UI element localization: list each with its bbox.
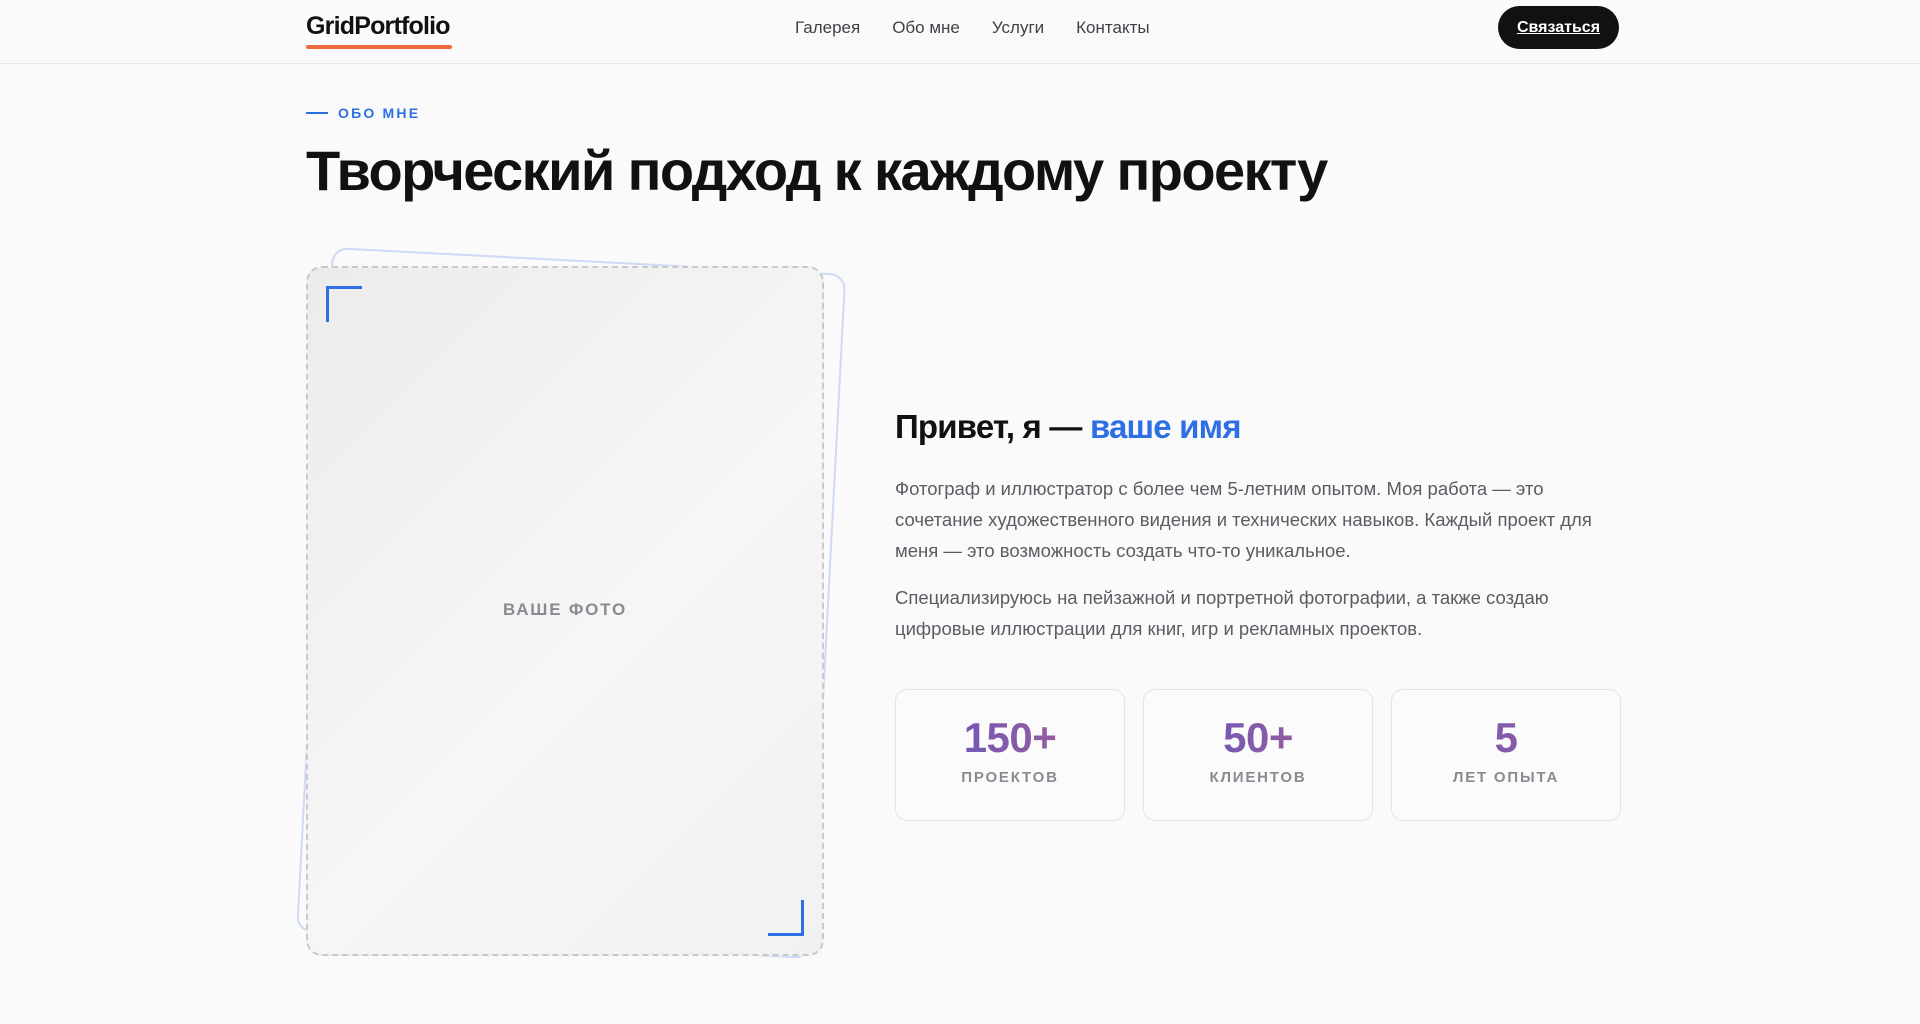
nav-link-gallery[interactable]: Галерея xyxy=(795,17,860,39)
stat-card-experience: 5 ЛЕТ ОПЫТА xyxy=(1391,689,1621,821)
contact-button[interactable]: Связаться xyxy=(1498,6,1619,49)
stat-card-projects: 150+ ПРОЕКТОВ xyxy=(895,689,1125,821)
nav-link-contacts[interactable]: Контакты xyxy=(1076,17,1149,39)
nav-link-about[interactable]: Обо мне xyxy=(892,17,960,39)
stat-label: ПРОЕКТОВ xyxy=(961,769,1059,786)
stat-value: 50+ xyxy=(1144,714,1372,762)
corner-bottom-right-icon xyxy=(768,900,804,936)
greeting-heading: Привет, я — ваше имя xyxy=(895,408,1242,446)
nav-link-services[interactable]: Услуги xyxy=(992,17,1044,39)
photo-placeholder-label: ВАШЕ ФОТО xyxy=(503,600,627,619)
greeting-name: ваше имя xyxy=(1089,408,1242,445)
greeting-prefix: Привет, я — xyxy=(895,408,1082,445)
section-title: Творческий подход к каждому проекту xyxy=(306,139,1328,202)
about-paragraph-2: Специализируюсь на пейзажной и портретно… xyxy=(895,587,1549,639)
section-eyebrow: ОБО МНЕ xyxy=(338,105,421,121)
stat-label: ЛЕТ ОПЫТА xyxy=(1452,769,1560,786)
main-nav: Галерея Обо мне Услуги Контакты xyxy=(795,17,1182,39)
site-header: GridPortfolio Галерея Обо мне Услуги Кон… xyxy=(0,0,1920,64)
logo-underline xyxy=(306,45,452,49)
stat-value: 150+ xyxy=(896,714,1124,762)
stats-row: 150+ ПРОЕКТОВ 50+ КЛИЕНТОВ 5 ЛЕТ ОПЫТА xyxy=(895,689,1621,821)
eyebrow-line xyxy=(306,112,328,114)
about-paragraph-1: Фотограф и иллюстратор с более чем 5-лет… xyxy=(895,478,1592,561)
stat-label: КЛИЕНТОВ xyxy=(1209,769,1307,786)
stat-value: 5 xyxy=(1392,714,1620,762)
site-logo[interactable]: GridPortfolio xyxy=(306,12,451,41)
corner-top-left-icon xyxy=(326,286,362,322)
photo-placeholder: ВАШЕ ФОТО xyxy=(306,266,824,956)
stat-card-clients: 50+ КЛИЕНТОВ xyxy=(1143,689,1373,821)
